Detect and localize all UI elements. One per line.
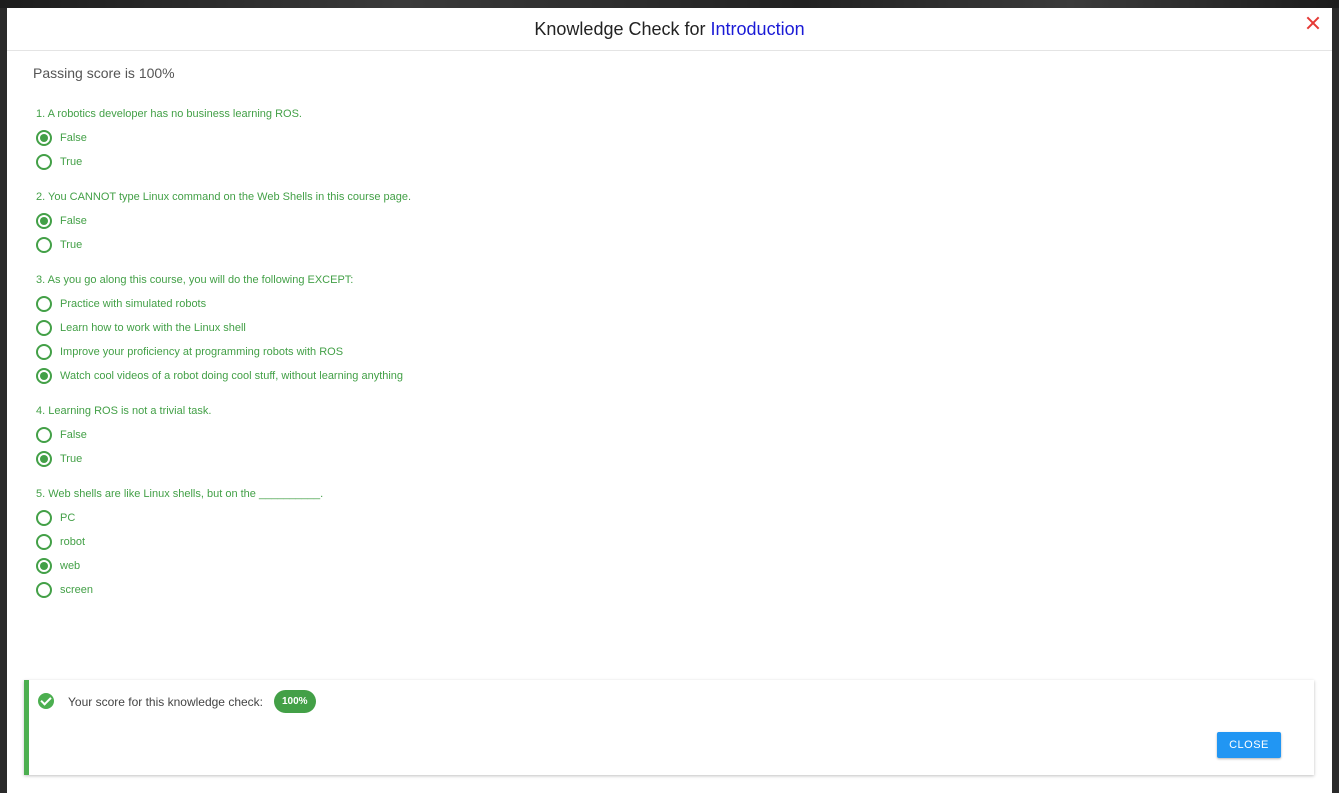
question-2: 2. You CANNOT type Linux command on the …	[36, 189, 936, 257]
answer-option[interactable]: screen	[36, 578, 936, 602]
modal-title-prefix: Knowledge Check for	[534, 18, 706, 39]
answer-option-label: False	[60, 132, 87, 144]
answer-option[interactable]: Watch cool videos of a robot doing cool …	[36, 364, 936, 388]
answer-option[interactable]: False	[36, 423, 936, 447]
score-text: Your score for this knowledge check:	[68, 695, 263, 709]
radio-dot-icon	[40, 217, 48, 225]
radio-dot-icon	[40, 372, 48, 380]
radio-unchecked-icon[interactable]	[36, 582, 52, 598]
radio-checked-icon[interactable]	[36, 130, 52, 146]
radio-unchecked-icon[interactable]	[36, 154, 52, 170]
answer-option-label: True	[60, 156, 83, 168]
radio-unchecked-icon[interactable]	[36, 237, 52, 253]
question-4: 4. Learning ROS is not a trivial task. Fa…	[36, 403, 936, 471]
answer-option-label: Practice with simulated robots	[60, 298, 207, 310]
question-text: 3. As you go along this course, you will…	[36, 274, 354, 286]
answer-option-label: Watch cool videos of a robot doing cool …	[60, 370, 404, 382]
radio-dot-icon	[40, 562, 48, 570]
answer-option-label: screen	[60, 584, 94, 596]
radio-checked-icon[interactable]	[36, 558, 52, 574]
answer-option-label: Improve your proficiency at programming …	[60, 346, 344, 358]
check-circle-icon	[38, 693, 54, 709]
answer-option[interactable]: web	[36, 554, 936, 578]
question-1: 1. A robotics developer has no business …	[36, 106, 936, 174]
question-text: 1. A robotics developer has no business …	[36, 108, 302, 120]
radio-checked-icon[interactable]	[36, 451, 52, 467]
question-text: 4. Learning ROS is not a trivial task.	[36, 405, 212, 417]
answer-option[interactable]: True	[36, 150, 936, 174]
answer-option[interactable]: Learn how to work with the Linux shell	[36, 316, 936, 340]
radio-checked-icon[interactable]	[36, 213, 52, 229]
answer-option[interactable]: PC	[36, 506, 936, 530]
modal-title-topic: Introduction	[710, 18, 805, 39]
radio-unchecked-icon[interactable]	[36, 427, 52, 443]
close-icon[interactable]	[1304, 14, 1322, 32]
radio-unchecked-icon[interactable]	[36, 296, 52, 312]
answer-option[interactable]: False	[36, 126, 936, 150]
answer-option[interactable]: robot	[36, 530, 936, 554]
answer-option-label: True	[60, 239, 83, 251]
radio-dot-icon	[40, 455, 48, 463]
radio-unchecked-icon[interactable]	[36, 344, 52, 360]
question-text: 2. You CANNOT type Linux command on the …	[36, 191, 412, 203]
answer-option-label: False	[60, 429, 87, 441]
close-button[interactable]: CLOSE	[1217, 732, 1281, 758]
answer-option[interactable]: True	[36, 233, 936, 257]
radio-unchecked-icon[interactable]	[36, 510, 52, 526]
passing-score-text: Passing score is 100%	[33, 65, 175, 81]
modal-header: Knowledge Check for Introduction	[7, 8, 1332, 51]
score-badge: 100%	[274, 690, 316, 713]
answer-option-label: Learn how to work with the Linux shell	[60, 322, 246, 334]
radio-unchecked-icon[interactable]	[36, 534, 52, 550]
answer-option-label: PC	[60, 512, 76, 524]
answer-option-label: True	[60, 453, 83, 465]
answer-option[interactable]: True	[36, 447, 936, 471]
answer-option[interactable]: Practice with simulated robots	[36, 292, 936, 316]
answer-option[interactable]: False	[36, 209, 936, 233]
page-backdrop	[0, 0, 1339, 8]
result-panel: Your score for this knowledge check: 100…	[24, 680, 1314, 775]
answer-option[interactable]: Improve your proficiency at programming …	[36, 340, 936, 364]
answer-option-label: False	[60, 215, 87, 227]
answer-option-label: robot	[60, 536, 86, 548]
modal-body: Passing score is 100% 1. A robotics deve…	[7, 51, 1332, 793]
radio-unchecked-icon[interactable]	[36, 320, 52, 336]
radio-checked-icon[interactable]	[36, 368, 52, 384]
answer-option-label: web	[60, 560, 81, 572]
knowledge-check-modal: Knowledge Check for Introduction Passing…	[7, 8, 1332, 793]
question-3: 3. As you go along this course, you will…	[36, 272, 936, 388]
modal-title: Knowledge Check for Introduction	[534, 19, 804, 40]
questions-list: 1. A robotics developer has no business …	[36, 106, 936, 617]
radio-dot-icon	[40, 134, 48, 142]
question-text: 5. Web shells are like Linux shells, but…	[36, 488, 324, 500]
question-5: 5. Web shells are like Linux shells, but…	[36, 486, 936, 602]
